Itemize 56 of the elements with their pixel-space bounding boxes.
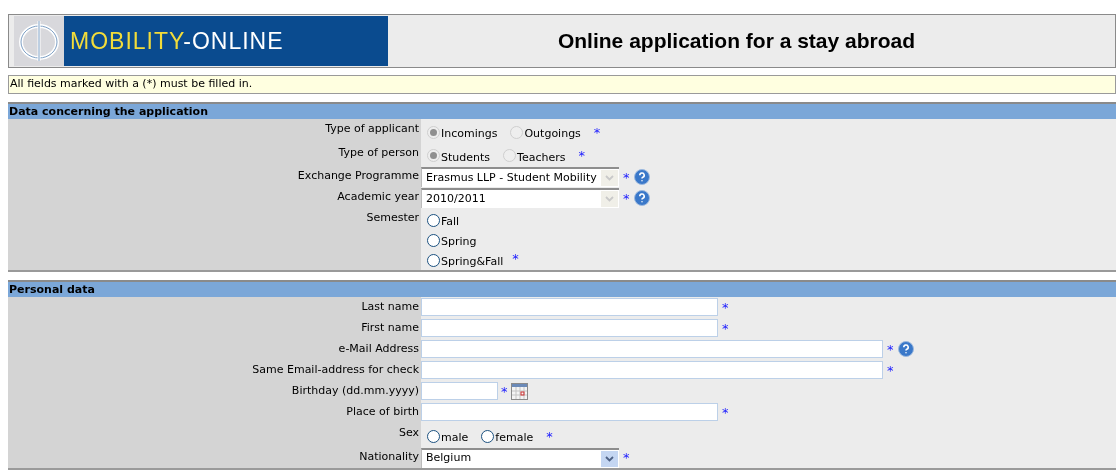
- field-label: Last name: [361, 299, 419, 315]
- required-asterisk: *: [546, 429, 553, 443]
- radio-label: female: [495, 430, 534, 446]
- required-asterisk: *: [512, 250, 519, 266]
- radio-label: Spring: [441, 233, 477, 250]
- help-icon[interactable]: [897, 341, 914, 357]
- field-label: Place of birth: [346, 404, 419, 420]
- phi-icon: [18, 19, 60, 63]
- notice-bar: All fields marked with a (*) must be filled in.: [8, 75, 1116, 94]
- required-asterisk: *: [578, 149, 585, 163]
- required-asterisk: *: [593, 125, 601, 139]
- calendar-icon[interactable]: [510, 382, 528, 400]
- field-label: Same Email-address for check: [252, 362, 419, 378]
- radio-label: Teachers: [517, 149, 566, 166]
- required-asterisk: *: [623, 451, 630, 464]
- radio-button[interactable]: [427, 213, 440, 227]
- text-field[interactable]: [421, 319, 718, 337]
- field-label: Type of applicant: [325, 121, 419, 137]
- radio-button[interactable]: [427, 233, 440, 247]
- field-label: First name: [361, 320, 419, 336]
- field-label: e-Mail Address: [338, 341, 419, 357]
- required-asterisk: *: [623, 170, 630, 184]
- radio-button[interactable]: [427, 253, 440, 267]
- field-label: Exchange Programme: [297, 168, 419, 184]
- logo-text: MOBILITY-ONLINE: [70, 26, 284, 56]
- text-field[interactable]: [421, 340, 883, 358]
- radio-label: male: [441, 430, 469, 446]
- field-label: Birthday (dd.mm.yyyy): [291, 383, 419, 399]
- field-label: Academic year: [337, 189, 419, 205]
- required-asterisk: *: [722, 321, 729, 335]
- date-field[interactable]: [421, 382, 498, 400]
- text-field[interactable]: [421, 298, 718, 316]
- section-header: Data concerning the application: [8, 102, 1116, 119]
- radio-label: Outgoings: [524, 126, 581, 142]
- dropdown[interactable]: Belgium: [421, 447, 619, 468]
- required-asterisk: *: [722, 405, 729, 419]
- radio-label: Fall: [441, 213, 460, 230]
- radio-label: Incomings: [441, 126, 498, 142]
- page-title: Online application for a stay abroad: [557, 28, 917, 55]
- field-label: Nationality: [359, 448, 419, 465]
- required-asterisk: *: [623, 191, 630, 205]
- radio-label: Spring&Fall: [441, 253, 504, 270]
- chevron-icon: [601, 450, 618, 467]
- required-asterisk: *: [501, 384, 508, 398]
- text-field[interactable]: [421, 361, 883, 379]
- required-asterisk: *: [887, 363, 894, 377]
- section-header: Personal data: [8, 280, 1116, 297]
- required-asterisk: *: [722, 300, 729, 314]
- radio-label: Students: [441, 149, 491, 166]
- radio-button[interactable]: [427, 429, 440, 443]
- field-label: Type of person: [338, 144, 419, 161]
- field-label: Semester: [366, 210, 419, 226]
- text-field[interactable]: [421, 403, 718, 421]
- required-asterisk: *: [887, 342, 894, 356]
- field-label: Sex: [398, 425, 419, 441]
- radio-button[interactable]: [481, 429, 495, 443]
